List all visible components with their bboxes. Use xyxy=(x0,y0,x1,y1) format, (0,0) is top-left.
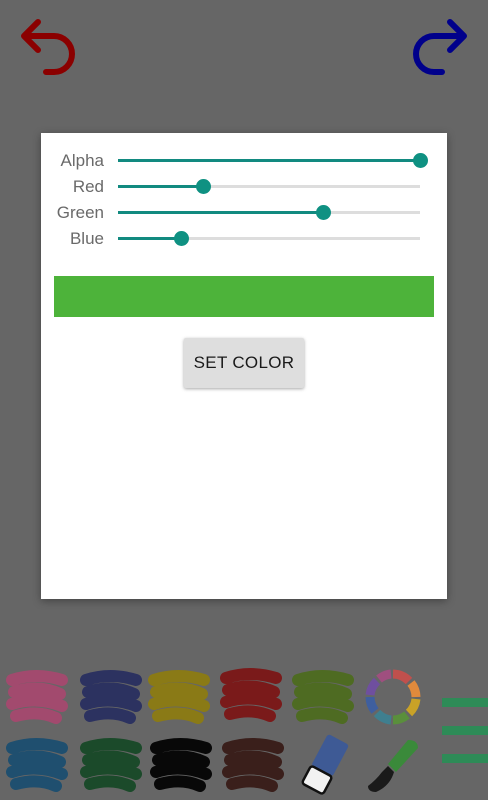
swatch-olive-green[interactable] xyxy=(292,666,354,728)
menu-icon[interactable] xyxy=(440,696,488,768)
slider-label: Red xyxy=(72,177,104,196)
color-preview xyxy=(54,276,434,317)
set-color-button[interactable]: SET COLOR xyxy=(184,338,304,388)
swatch-pink[interactable] xyxy=(6,666,68,728)
swatch-dark-brown[interactable] xyxy=(222,734,284,796)
blue-slider[interactable] xyxy=(118,231,420,246)
color-picker-dialog: Alpha Red Green Blue SET COLOR xyxy=(41,133,447,599)
redo-button[interactable] xyxy=(404,12,472,84)
red-slider[interactable] xyxy=(118,179,420,194)
swatch-black[interactable] xyxy=(150,734,212,796)
slider-thumb[interactable] xyxy=(174,231,190,246)
slider-label: Green xyxy=(56,203,104,222)
swatch-dark-green[interactable] xyxy=(80,734,142,796)
slider-label: Blue xyxy=(69,229,104,248)
slider-fill xyxy=(118,185,203,188)
swatch-olive-yellow[interactable] xyxy=(148,666,210,728)
slider-fill xyxy=(118,159,420,162)
green-slider[interactable] xyxy=(118,205,420,220)
slider-row-alpha: Alpha xyxy=(41,148,447,174)
alpha-slider[interactable] xyxy=(118,153,428,168)
eraser-icon[interactable] xyxy=(294,734,356,796)
undo-arrow-icon xyxy=(21,19,75,75)
swatch-dark-red[interactable] xyxy=(220,664,282,726)
slider-fill xyxy=(118,237,182,240)
slider-label: Alpha xyxy=(60,151,104,170)
color-palette xyxy=(0,660,488,800)
slider-thumb[interactable] xyxy=(195,179,211,194)
slider-row-blue: Blue xyxy=(41,226,447,252)
swatch-navy[interactable] xyxy=(80,666,142,728)
color-wheel-icon[interactable] xyxy=(362,666,424,728)
slider-fill xyxy=(118,211,324,214)
slider-row-green: Green xyxy=(41,200,447,226)
slider-row-red: Red xyxy=(41,174,447,200)
paintbrush-icon[interactable] xyxy=(362,734,424,796)
slider-thumb[interactable] xyxy=(316,205,332,220)
undo-button[interactable] xyxy=(16,12,84,84)
redo-arrow-icon xyxy=(413,19,467,75)
slider-thumb[interactable] xyxy=(413,153,428,168)
swatch-steel-blue[interactable] xyxy=(6,734,68,796)
